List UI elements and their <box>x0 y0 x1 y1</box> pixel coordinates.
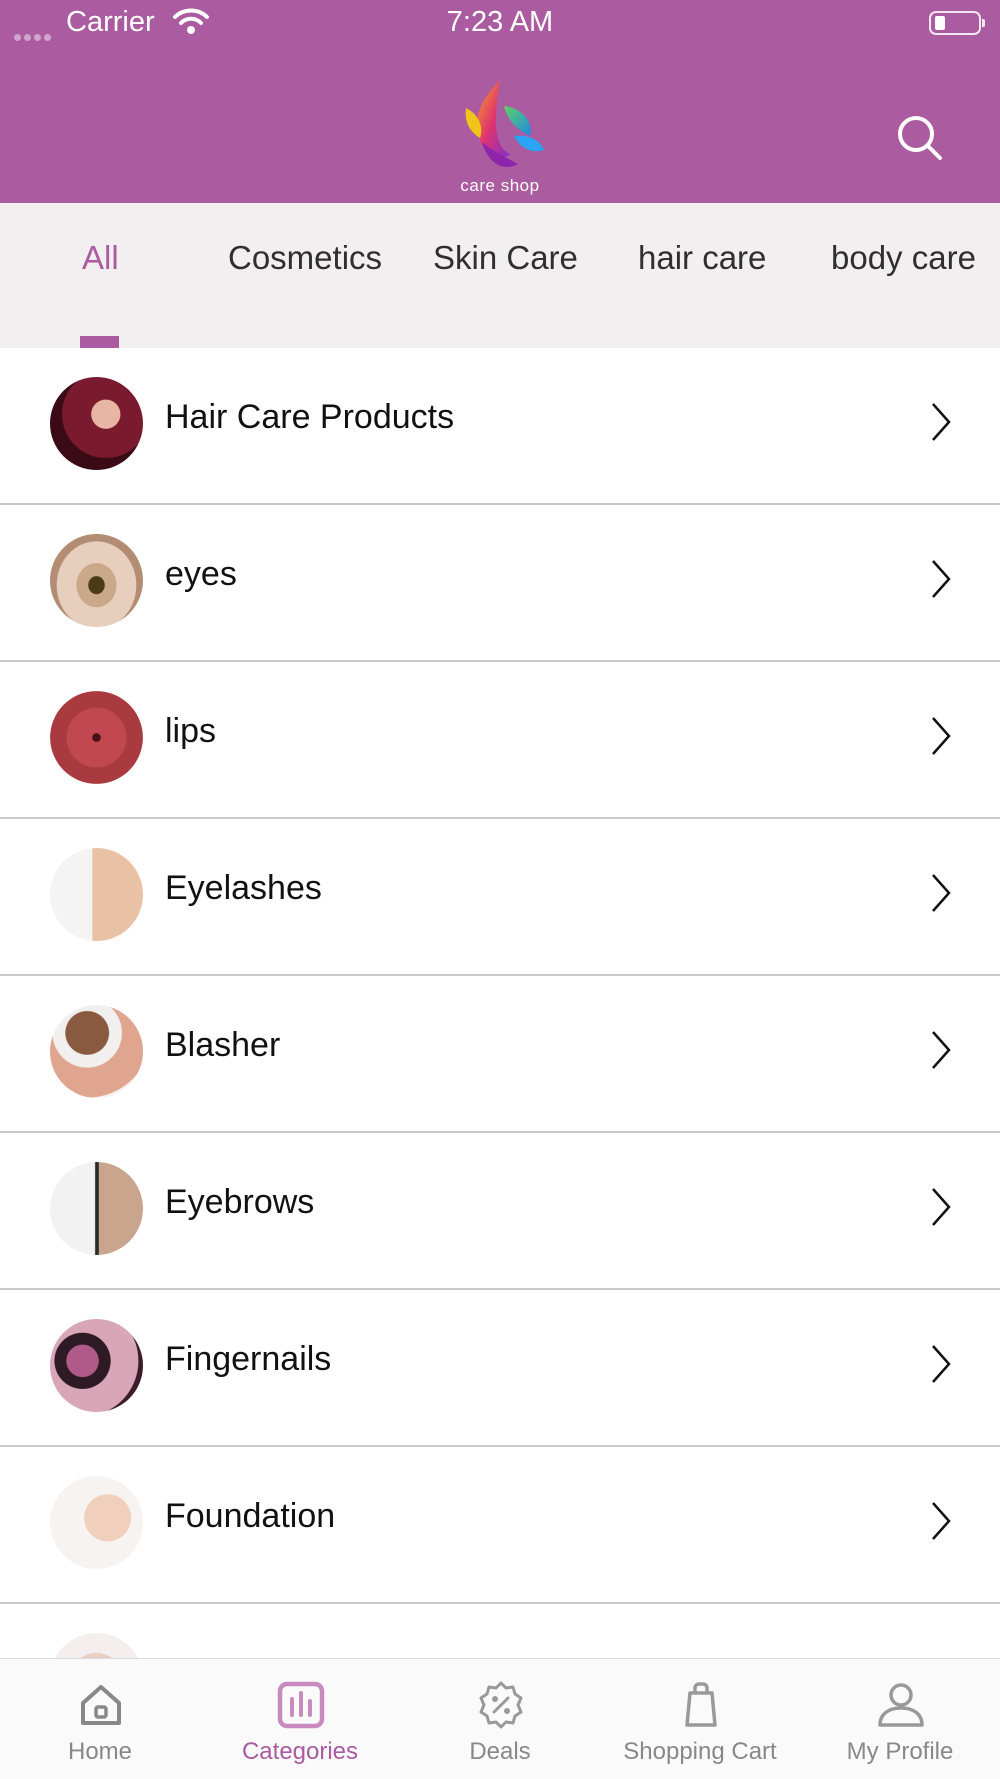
deals-icon <box>479 1681 523 1729</box>
category-label: Eyebrows <box>165 1183 315 1221</box>
home-icon <box>81 1685 121 1725</box>
category-label: Blasher <box>165 1026 281 1064</box>
category-thumbnail <box>50 377 143 470</box>
category-list: Hair Care Products eyes lips Eyelashes B… <box>0 348 1000 1658</box>
chevron-right-icon <box>932 1502 951 1540</box>
battery-icon <box>929 11 985 35</box>
nav-label: Home <box>67 1738 133 1765</box>
category-label: lips <box>165 712 217 750</box>
category-row-partial[interactable] <box>0 1604 1000 1658</box>
chevron-right-icon <box>932 717 951 755</box>
category-row-hair-care-products[interactable]: Hair Care Products <box>0 348 1000 505</box>
category-row-eyes[interactable]: eyes <box>0 505 1000 662</box>
categories-icon <box>277 1681 325 1729</box>
category-row-lips[interactable]: lips <box>0 662 1000 819</box>
category-label: eyes <box>165 555 237 593</box>
nav-label: My Profile <box>846 1738 954 1765</box>
category-row-fingernails[interactable]: Fingernails <box>0 1290 1000 1447</box>
tab-cosmetics[interactable]: Cosmetics <box>228 239 382 277</box>
nav-label: Deals <box>469 1738 531 1765</box>
chevron-right-icon <box>932 1345 951 1383</box>
tab-hair-care[interactable]: hair care <box>638 239 766 277</box>
category-tabs: All Cosmetics Skin Care hair care body c… <box>0 203 1000 348</box>
category-row-eyelashes[interactable]: Eyelashes <box>0 819 1000 976</box>
category-thumbnail <box>50 1162 143 1255</box>
category-label: Foundation <box>165 1497 336 1535</box>
category-label: Eyelashes <box>165 869 322 907</box>
status-bar: Carrier 7:23 AM <box>0 0 1000 48</box>
nav-label: Categories <box>241 1738 359 1765</box>
nav-my-profile[interactable]: My Profile <box>800 1659 1000 1779</box>
tab-skin-care[interactable]: Skin Care <box>433 239 578 277</box>
category-label: Hair Care Products <box>165 398 455 436</box>
category-thumbnail <box>50 691 143 784</box>
nav-shopping-cart[interactable]: Shopping Cart <box>600 1659 800 1779</box>
category-thumbnail <box>50 848 143 941</box>
chevron-right-icon <box>932 1188 951 1226</box>
nav-deals[interactable]: Deals <box>400 1659 600 1779</box>
logo-text: care shop <box>460 176 540 195</box>
tab-body-care[interactable]: body care <box>831 239 976 277</box>
category-thumbnail <box>50 1633 143 1658</box>
search-icon[interactable] <box>894 112 946 164</box>
category-row-foundation[interactable]: Foundation <box>0 1447 1000 1604</box>
chevron-right-icon <box>932 874 951 912</box>
nav-label: Shopping Cart <box>623 1738 777 1765</box>
nav-categories[interactable]: Categories <box>200 1659 400 1779</box>
category-row-eyebrows[interactable]: Eyebrows <box>0 1133 1000 1290</box>
category-thumbnail <box>50 534 143 627</box>
category-thumbnail <box>50 1005 143 1098</box>
chevron-right-icon <box>932 1031 951 1069</box>
tab-all[interactable]: All <box>82 239 119 277</box>
chevron-right-icon <box>932 560 951 598</box>
chevron-right-icon <box>932 403 951 441</box>
tab-active-indicator <box>80 336 119 348</box>
profile-icon <box>878 1683 924 1727</box>
nav-home[interactable]: Home <box>0 1659 200 1779</box>
status-time: 7:23 AM <box>446 6 554 38</box>
bottom-tab-bar: Home Categories Deals Shopping Cart My P… <box>0 1658 1000 1778</box>
category-row-blasher[interactable]: Blasher <box>0 976 1000 1133</box>
app-header: Carrier 7:23 AM care shop <box>0 0 1000 203</box>
shopping-bag-icon <box>685 1682 717 1727</box>
category-thumbnail <box>50 1319 143 1412</box>
category-label: Fingernails <box>165 1340 332 1378</box>
category-thumbnail <box>50 1476 143 1569</box>
